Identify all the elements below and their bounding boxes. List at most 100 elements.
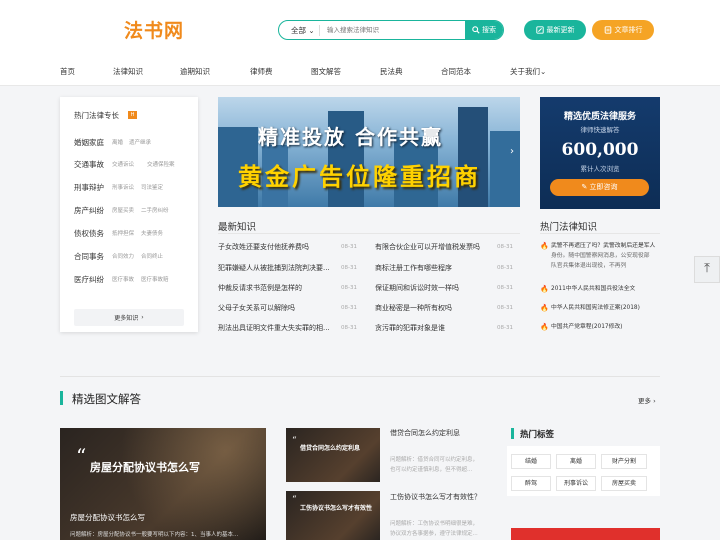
specialty-tag[interactable]: 抵押担保 [112, 229, 134, 237]
section-accent-bar [60, 391, 63, 405]
article-desc-line: 问题解析：借贷合同可以约定利息， [390, 457, 479, 463]
specialty-row: 债权债务 抵押担保 夫妻债务 [74, 228, 194, 240]
knowledge-date: 08-31 [497, 285, 513, 291]
specialty-tag[interactable]: 交通诉讼 [112, 160, 134, 168]
featured-more-label: 更多 [638, 397, 651, 405]
ad-subtitle: 律师快速解答 [580, 126, 620, 134]
knowledge-link[interactable]: 贪污罪的犯罪对象是谁 [375, 323, 445, 333]
search-icon [472, 26, 480, 34]
more-knowledge-button[interactable]: 更多知识 › [74, 309, 184, 326]
specialty-tag[interactable]: 房屋买卖 [112, 206, 134, 214]
article-title[interactable]: 工伤协议书怎么写才有效性？ [390, 492, 481, 502]
nav-item-legal-knowledge[interactable]: 法律知识 [113, 66, 143, 77]
article-thumbnail[interactable]: “ 工伤协议书怎么写才有效性 [286, 491, 380, 540]
nav-item-civil-code[interactable]: 民法典 [380, 66, 403, 77]
featured-caption: 房屋分配协议书怎么写 [70, 513, 145, 522]
nav-item-lawyer-fee[interactable]: 律师费 [250, 66, 273, 77]
featured-section-title: 精选图文解答 [72, 392, 141, 406]
knowledge-date: 08-31 [341, 265, 357, 271]
back-to-top-button[interactable]: ⤒ [694, 256, 720, 283]
knowledge-date: 08-31 [341, 305, 357, 311]
gavel-image [60, 428, 266, 540]
hot-tag[interactable]: 财产分割 [601, 454, 647, 469]
specialty-tag[interactable]: 夫妻债务 [141, 229, 163, 237]
hot-law-line: 队官兵集体退出现役，不再列 [551, 263, 627, 269]
latest-knowledge-title: 最新知识 [218, 222, 257, 233]
knowledge-link[interactable]: 商标注册工作有哪些程序 [375, 263, 452, 273]
article-description: 问题解析：借贷合同可以约定利息， 也可以约定谨慎利息，但不得超... [390, 455, 490, 475]
specialty-tag[interactable]: 医疗事故赔 [141, 275, 169, 283]
specialty-tag[interactable]: 离婚 [112, 138, 123, 146]
article-rank-button[interactable]: 文章排行 [592, 20, 654, 40]
specialty-category[interactable]: 刑事辩护 [74, 182, 104, 193]
specialty-tag[interactable]: 合同终止 [141, 252, 163, 260]
knowledge-link[interactable]: 刑法出具证明文件重大失实罪的相... [218, 323, 330, 333]
specialty-category[interactable]: 交通事故 [74, 159, 104, 170]
specialty-tag[interactable]: 二手房纠纷 [141, 206, 169, 214]
hot-tag[interactable]: 房屋买卖 [601, 476, 647, 491]
nav-item-contracts[interactable]: 合同范本 [441, 66, 471, 77]
hot-tag[interactable]: 刑事诉讼 [556, 476, 596, 491]
specialty-category[interactable]: 房产纠纷 [74, 205, 104, 216]
specialty-category[interactable]: 医疗纠纷 [74, 274, 104, 285]
hot-law-link[interactable]: 2011中华人民共和国兵役法全文 [551, 284, 635, 294]
specialty-row: 合同事务 合同效力 合同终止 [74, 251, 194, 263]
latest-update-button[interactable]: 最新更新 [524, 20, 586, 40]
hot-law-link[interactable]: 中华人民共和国宪法修正案(2018) [551, 303, 640, 313]
specialty-row: 刑事辩护 刑事诉讼 司法鉴定 [74, 182, 194, 194]
fire-icon: 🔥 [540, 304, 549, 312]
arrow-up-icon: ⤒ [704, 261, 710, 276]
hot-tag[interactable]: 结婚 [511, 454, 551, 469]
search-category-select[interactable]: 全部 ⌄ [291, 25, 315, 36]
knowledge-link[interactable]: 商业秘密是一种所有权吗 [375, 303, 452, 313]
hot-law-link[interactable]: 中国共产党章程(2017修改) [551, 322, 622, 332]
nav-item-overdue[interactable]: 逾期知识 [180, 66, 210, 77]
nav-item-about[interactable]: 关于我们⌄ [510, 66, 546, 77]
specialty-category[interactable]: 债权债务 [74, 228, 104, 239]
knowledge-date: 08-31 [497, 265, 513, 271]
specialty-tag[interactable]: 刑事诉讼 [112, 183, 134, 191]
site-logo[interactable]: 法书网 [124, 16, 184, 43]
nav-about-label: 关于我们 [510, 67, 540, 76]
knowledge-link[interactable]: 保证期间和诉讼时效一样吗 [375, 283, 459, 293]
search-input[interactable] [327, 24, 467, 36]
specialty-category[interactable]: 婚姻家庭 [74, 137, 104, 148]
ad-title: 精选优质法律服务 [563, 112, 636, 122]
header-divider [0, 85, 720, 86]
hot-tag[interactable]: 离婚 [556, 454, 596, 469]
specialty-tag[interactable]: 医疗事故 [112, 275, 134, 283]
hot-law-link[interactable]: 武警不再遮压了吗？武警改制后还是军人 身份。随中国警察网消息，公安现役部 队官兵… [551, 241, 663, 271]
knowledge-link[interactable]: 有限合伙企业可以开增值税发票吗 [375, 242, 480, 252]
knowledge-date: 08-31 [497, 244, 513, 250]
specialty-tag[interactable]: 遗产继承 [129, 138, 151, 146]
search-button[interactable]: 搜索 [465, 21, 503, 39]
article-desc-line: 问题解析：工伤协议书明细很是难， [390, 521, 479, 527]
nav-item-qa[interactable]: 图文解答 [311, 66, 341, 77]
featured-image-text: 房屋分配协议书怎么写 [90, 461, 200, 474]
ad-strip[interactable] [511, 528, 660, 540]
knowledge-link[interactable]: 仲裁反请求书范例是怎样的 [218, 283, 302, 293]
featured-more-link[interactable]: 更多 › [638, 395, 656, 405]
article-thumbnail[interactable]: “ 借贷合同怎么约定利息 [286, 428, 380, 482]
consult-now-label: 立即咨询 [589, 183, 618, 191]
specialty-category[interactable]: 合同事务 [74, 251, 104, 262]
article-title[interactable]: 借贷合同怎么约定利息 [390, 428, 460, 438]
knowledge-date: 08-31 [341, 285, 357, 291]
featured-article-card[interactable]: “ 房屋分配协议书怎么写 房屋分配协议书怎么写 问题解析：房屋分配协议书一般要写… [60, 428, 266, 540]
knowledge-link[interactable]: 犯罪嫌疑人从被批捕到法院判决要... [218, 263, 330, 273]
knowledge-link[interactable]: 子女改姓还要支付他抚养费吗 [218, 242, 309, 252]
hot-tag[interactable]: 醉驾 [511, 476, 551, 491]
knowledge-date: 08-31 [341, 325, 357, 331]
consult-now-button[interactable]: ✎ 立即咨询 [550, 179, 649, 196]
specialty-tag[interactable]: 合同效力 [112, 252, 134, 260]
knowledge-date: 08-31 [497, 325, 513, 331]
chevron-right-icon[interactable]: › [510, 146, 514, 157]
fire-icon: 🔥 [540, 242, 549, 250]
specialty-tag[interactable]: 交通保险案 [147, 160, 175, 168]
main-nav: 首页 法律知识 逾期知识 律师费 图文解答 民法典 合同范本 关于我们⌄ [60, 66, 560, 78]
edit-icon [535, 26, 544, 34]
nav-item-home[interactable]: 首页 [60, 66, 75, 77]
chevron-down-icon: ⌄ [308, 26, 315, 35]
knowledge-link[interactable]: 父母子女关系可以解除吗 [218, 303, 295, 313]
specialty-tag[interactable]: 司法鉴定 [141, 183, 163, 191]
